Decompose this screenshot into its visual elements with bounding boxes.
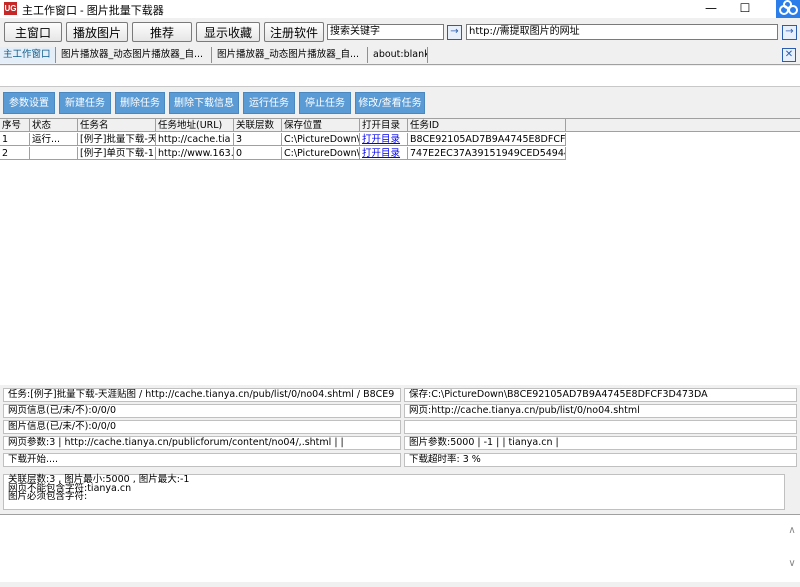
column-header-depth[interactable]: 关联层数 — [234, 119, 282, 132]
table-cell[interactable]: 运行... — [30, 133, 78, 146]
table-cell[interactable]: 2 — [0, 147, 30, 160]
column-header-task-id[interactable]: 任务ID — [408, 119, 566, 132]
column-header-index[interactable]: 序号 — [0, 119, 30, 132]
new-task-button[interactable]: 新建任务 — [59, 92, 111, 114]
main-window-button[interactable]: 主窗口 — [4, 22, 62, 42]
keyword-input[interactable]: 搜索关键字 — [327, 24, 444, 40]
page-params-info: 网页参数:3 | http://cache.tianya.cn/publicfo… — [3, 436, 401, 450]
table-cell[interactable] — [30, 147, 78, 160]
table-cell[interactable]: B8CE92105AD7B9A4745E8DFCF3D473DA — [408, 133, 566, 146]
tab-main-work-window[interactable]: 主工作窗口 — [0, 47, 56, 63]
notes-line: 图片必须包含字符: — [8, 491, 88, 502]
task-action-bar: 参数设置 新建任务 删除任务 删除下载信息 运行任务 停止任务 修改/查看任务 — [0, 90, 800, 116]
stop-task-button[interactable]: 停止任务 — [299, 92, 351, 114]
table-cell[interactable]: [例子]单页下载-1 — [78, 147, 156, 160]
play-images-button[interactable]: 播放图片 — [66, 22, 128, 42]
column-header-url[interactable]: 任务地址(URL) — [156, 119, 234, 132]
tab-image-player-2[interactable]: 图片播放器_动态图片播放器_自... — [214, 47, 368, 63]
search-go-arrow-icon[interactable]: → — [447, 25, 462, 40]
url-go-arrow-icon[interactable]: → — [782, 25, 797, 40]
table-cell[interactable]: http://cache.tia — [156, 133, 234, 146]
image-info: 图片信息(已/未/不):0/0/0 — [3, 420, 401, 434]
tab-strip: 主工作窗口 图片播放器_动态图片播放器_自... 图片播放器_动态图片播放器_自… — [0, 46, 800, 65]
cloud-sync-icon[interactable] — [776, 0, 800, 18]
tab-about-blank[interactable]: about:blank — [370, 47, 428, 63]
maximize-button[interactable]: ☐ — [730, 0, 760, 18]
scroll-down-icon[interactable]: ∨ — [786, 558, 798, 570]
page-content-area — [0, 66, 800, 87]
table-cell[interactable]: C:\PictureDown\ — [282, 133, 360, 146]
title-bar: UG 主工作窗口 - 图片批量下载器 — ☐ — [0, 0, 800, 18]
main-toolbar: 主窗口 播放图片 推荐 显示收藏 注册软件 搜索关键字 → http://需提取… — [0, 20, 800, 44]
page-url-info: 网页:http://cache.tianya.cn/pub/list/0/no0… — [404, 404, 797, 418]
column-header-open-folder[interactable]: 打开目录 — [360, 119, 408, 132]
delete-task-button[interactable]: 删除任务 — [115, 92, 165, 114]
show-favorites-button[interactable]: 显示收藏 — [196, 22, 260, 42]
register-button[interactable]: 注册软件 — [264, 22, 324, 42]
download-start-info: 下载开始.... — [3, 453, 401, 467]
table-cell[interactable]: 3 — [234, 133, 282, 146]
app-icon: UG — [4, 2, 17, 15]
task-info: 任务:[例子]批量下载-天涯贴图 / http://cache.tianya.c… — [3, 388, 401, 402]
table-cell[interactable]: [例子]批量下载-天 — [78, 133, 156, 146]
table-cell[interactable]: C:\PictureDown\ — [282, 147, 360, 160]
delete-download-info-button[interactable]: 删除下载信息 — [169, 92, 239, 114]
column-header-status[interactable]: 状态 — [30, 119, 78, 132]
table-cell[interactable]: 0 — [234, 147, 282, 160]
scroll-up-icon[interactable]: ∧ — [786, 525, 798, 537]
page-info: 网页信息(已/未/不):0/0/0 — [3, 404, 401, 418]
window-title: 主工作窗口 - 图片批量下载器 — [22, 5, 164, 17]
tab-image-player-1[interactable]: 图片播放器_动态图片播放器_自... — [58, 47, 212, 63]
task-table[interactable]: 序号 状态 任务名 任务地址(URL) 关联层数 保存位置 打开目录 任务ID … — [0, 118, 800, 385]
column-header-filler — [566, 119, 800, 132]
save-path-info: 保存:C:\PictureDown\B8CE92105AD7B9A4745E8D… — [404, 388, 797, 402]
status-bar — [0, 582, 800, 587]
url-input[interactable]: http://需提取图片的网址 — [466, 24, 778, 40]
log-panel[interactable] — [0, 514, 800, 583]
recommend-button[interactable]: 推荐 — [132, 22, 192, 42]
table-cell[interactable]: http://www.163.c — [156, 147, 234, 160]
table-cell[interactable]: 747E2EC37A39151949CED549448348A0 — [408, 147, 566, 160]
open-folder-link[interactable]: 打开目录 — [360, 147, 408, 160]
open-folder-link[interactable]: 打开目录 — [360, 133, 408, 146]
notes-line: 网页不能包含字符:tianya.cn — [8, 482, 132, 494]
image-info-right — [404, 420, 797, 434]
run-task-button[interactable]: 运行任务 — [243, 92, 295, 114]
task-notes: 关联层数:3 , 图片最小:5000 , 图片最大:-1 网页不能包含字符:ti… — [3, 474, 785, 510]
image-params-info: 图片参数:5000 | -1 | | tianya.cn | — [404, 436, 797, 450]
settings-button[interactable]: 参数设置 — [3, 92, 55, 114]
minimize-button[interactable]: — — [696, 0, 726, 18]
table-cell[interactable]: 1 — [0, 133, 30, 146]
column-header-task-name[interactable]: 任务名 — [78, 119, 156, 132]
timeout-rate-info: 下载超时率: 3 % — [404, 453, 797, 467]
edit-view-task-button[interactable]: 修改/查看任务 — [355, 92, 425, 114]
column-header-save-location[interactable]: 保存位置 — [282, 119, 360, 132]
close-tab-icon[interactable]: ✕ — [782, 48, 796, 62]
